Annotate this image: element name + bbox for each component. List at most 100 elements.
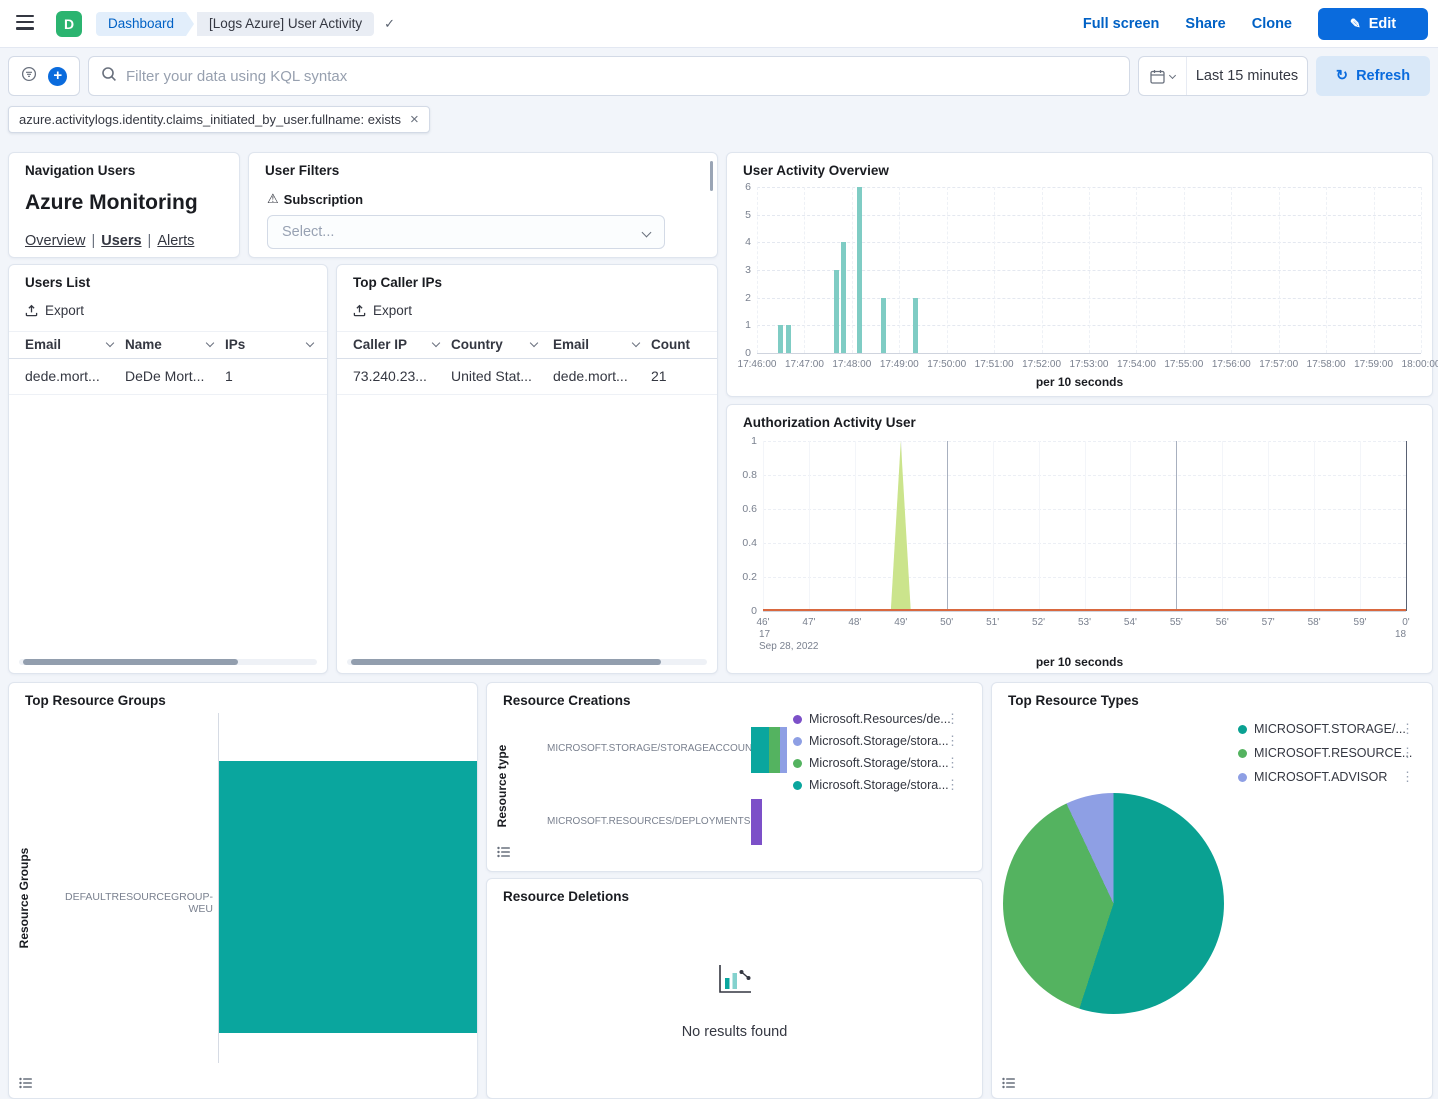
link-users[interactable]: Users (101, 233, 141, 249)
remove-filter-icon[interactable]: × (410, 111, 419, 128)
breadcrumb-current[interactable]: [Logs Azure] User Activity (197, 12, 374, 36)
fullscreen-button[interactable]: Full screen (1083, 16, 1160, 32)
clone-button[interactable]: Clone (1252, 16, 1292, 32)
legend-item[interactable]: Microsoft.Storage/stora...⋮ (793, 733, 959, 751)
histogram-bar[interactable] (834, 270, 839, 353)
histogram-bar[interactable] (841, 242, 846, 353)
legend-kebab-icon[interactable]: ⋮ (946, 711, 959, 727)
space-avatar[interactable]: D (56, 11, 82, 37)
add-filter-icon[interactable]: + (48, 67, 67, 86)
legend-item[interactable]: MICROSOFT.RESOURCE...⋮ (1238, 745, 1414, 763)
horizontal-scrollbar[interactable] (347, 659, 707, 665)
export-button[interactable]: Export (353, 303, 412, 318)
legend-label: Microsoft.Storage/stora... (809, 734, 949, 748)
column-header-caller-ip[interactable]: Caller IP (353, 337, 439, 352)
legend-kebab-icon[interactable]: ⋮ (1401, 745, 1414, 761)
legend-kebab-icon[interactable]: ⋮ (946, 733, 959, 749)
column-header-country[interactable]: Country (451, 337, 537, 352)
x-gridline (1089, 187, 1090, 353)
link-overview[interactable]: Overview (25, 233, 85, 249)
legend-item[interactable]: Microsoft.Storage/stora...⋮ (793, 777, 959, 795)
histogram-bar[interactable] (913, 298, 918, 353)
x-tick-label: 57' (1254, 617, 1282, 628)
column-header-name[interactable]: Name (125, 337, 213, 352)
cell-caller-ip: 73.240.23... (353, 368, 427, 384)
legend-label: MICROSOFT.ADVISOR (1254, 770, 1387, 784)
table-row[interactable]: 73.240.23... United Stat... dede.mort...… (337, 359, 717, 395)
table-row[interactable]: dede.mort... DeDe Mort... 1 (9, 359, 327, 395)
column-label: Caller IP (353, 337, 407, 352)
legend-item[interactable]: MICROSOFT.STORAGE/...⋮ (1238, 721, 1414, 739)
panel-title: Users List (25, 275, 90, 290)
kibana-dashboard-app: D Dashboard [Logs Azure] User Activity ✓… (0, 0, 1438, 1099)
scrollbar-thumb[interactable] (351, 659, 661, 665)
scrollbar-thumb[interactable] (23, 659, 238, 665)
x-gridline (1231, 187, 1232, 353)
pie-chart[interactable] (1003, 793, 1224, 1014)
x-gridline (1314, 441, 1315, 611)
subscription-select[interactable]: Select... (267, 215, 665, 249)
x-gridline (1130, 441, 1131, 611)
bar[interactable] (219, 761, 477, 1033)
legend-item[interactable]: MICROSOFT.ADVISOR ⋮ (1238, 769, 1414, 787)
export-button[interactable]: Export (25, 303, 84, 318)
column-header-ips[interactable]: IPs (225, 337, 313, 352)
x-gridline (899, 187, 900, 353)
chevron-down-icon[interactable] (106, 339, 114, 347)
filter-settings-icon[interactable] (21, 66, 37, 87)
chevron-down-icon[interactable] (632, 339, 640, 347)
legend-kebab-icon[interactable]: ⋮ (946, 777, 959, 793)
legend-toggle-icon[interactable] (19, 1076, 35, 1090)
x-tick-label: 17:46:00 (733, 359, 781, 370)
legend-item[interactable]: Microsoft.Resources/de...⋮ (793, 711, 959, 729)
edit-button[interactable]: ✎ Edit (1318, 8, 1428, 40)
legend-kebab-icon[interactable]: ⋮ (1401, 769, 1414, 785)
chevron-down-icon[interactable] (530, 339, 538, 347)
histogram-bar[interactable] (778, 325, 783, 353)
column-header-email[interactable]: Email (553, 337, 639, 352)
x-axis-line (757, 353, 1421, 354)
y-tick-label: 0.4 (733, 537, 757, 549)
x-gridline (1374, 187, 1375, 353)
x-tick-label: 54' (1116, 617, 1144, 628)
panel-title: Authorization Activity User (743, 415, 916, 430)
stacked-bar-segment[interactable] (780, 727, 787, 773)
x-tick-label: 58' (1300, 617, 1328, 628)
stacked-bar-segment[interactable] (751, 727, 769, 773)
kql-search-box[interactable] (88, 56, 1130, 96)
column-header-count[interactable]: Count (651, 337, 705, 352)
menu-icon[interactable] (16, 15, 36, 31)
x-gridline (1136, 187, 1137, 353)
y-tick-label: 0.6 (733, 503, 757, 515)
area-spike[interactable] (891, 441, 911, 611)
breadcrumb: Dashboard [Logs Azure] User Activity ✓ (96, 12, 395, 36)
chevron-down-icon[interactable] (206, 339, 214, 347)
histogram-bar[interactable] (786, 325, 791, 353)
stacked-bar-segment[interactable] (769, 727, 780, 773)
legend-toggle-icon[interactable] (1002, 1076, 1018, 1090)
column-header-email[interactable]: Email (25, 337, 113, 352)
search-input[interactable] (126, 68, 1117, 85)
legend-item[interactable]: Microsoft.Storage/stora...⋮ (793, 755, 959, 773)
chevron-down-icon[interactable] (306, 339, 314, 347)
horizontal-scrollbar[interactable] (19, 659, 317, 665)
legend-toggle-icon[interactable] (497, 845, 513, 859)
calendar-button[interactable] (1139, 57, 1187, 95)
time-range-value[interactable]: Last 15 minutes (1187, 68, 1307, 84)
legend-kebab-icon[interactable]: ⋮ (946, 755, 959, 771)
legend-kebab-icon[interactable]: ⋮ (1401, 721, 1414, 737)
x-gridline (947, 187, 948, 353)
x-axis-hour-end: 18 (1395, 629, 1406, 640)
refresh-button[interactable]: ↻ Refresh (1316, 56, 1430, 96)
share-button[interactable]: Share (1185, 16, 1225, 32)
histogram-bar[interactable] (857, 187, 862, 353)
check-icon[interactable]: ✓ (384, 16, 395, 32)
histogram-bar[interactable] (881, 298, 886, 353)
legend-swatch (1238, 725, 1247, 734)
chevron-down-icon[interactable] (432, 339, 440, 347)
filter-pill[interactable]: azure.activitylogs.identity.claims_initi… (8, 106, 430, 133)
stacked-bar-segment[interactable] (751, 799, 762, 845)
breadcrumb-dashboard[interactable]: Dashboard (96, 12, 186, 36)
link-alerts[interactable]: Alerts (157, 233, 194, 249)
vertical-scrollbar[interactable] (710, 161, 713, 191)
